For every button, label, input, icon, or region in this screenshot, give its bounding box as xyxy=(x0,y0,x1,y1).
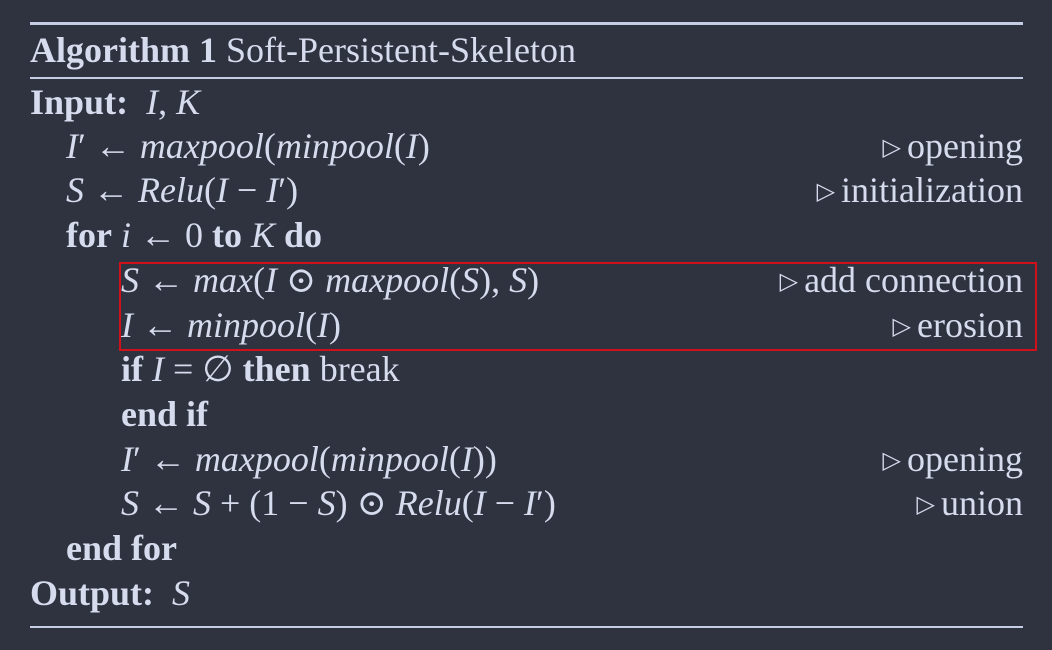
algorithm-line: end if xyxy=(30,392,1023,436)
algorithm-line: S ← Relu(I − I′) ▷ initialization xyxy=(30,168,1023,212)
line-code: Input: I, K xyxy=(30,82,201,122)
line-code: end if xyxy=(121,394,209,434)
header-rule xyxy=(30,77,1023,79)
algorithm-line-output: Output: S xyxy=(30,571,1023,615)
algorithm-line: S ← S + (1 − S) ⊙ Relu(I − I′) ▷ union xyxy=(30,481,1023,525)
algorithm-label: Algorithm 1 xyxy=(30,30,217,70)
algorithm-line: if I = ∅ then break xyxy=(30,347,1023,391)
line-code: I′ ← maxpool(minpool(I)) xyxy=(121,439,497,479)
algorithm-line: end for xyxy=(30,526,1023,570)
line-code: Output: S xyxy=(30,573,191,613)
algorithm-line: I′ ← maxpool(minpool(I) ▷ opening xyxy=(30,124,1023,168)
bottom-rule xyxy=(30,626,1023,628)
algorithm-line-input: Input: I, K xyxy=(30,80,1023,124)
comment-triangle-icon: ▷ xyxy=(916,492,935,518)
algorithm-title: Algorithm 1 Soft-Persistent-Skeleton xyxy=(30,28,576,72)
line-code: S ← Relu(I − I′) xyxy=(66,170,299,210)
comment-triangle-icon: ▷ xyxy=(882,135,902,161)
comment-triangle-icon: ▷ xyxy=(882,448,902,474)
line-code: for i ← 0 to K do xyxy=(66,215,323,255)
line-code: end for xyxy=(66,528,177,568)
top-rule xyxy=(30,22,1023,25)
line-comment: ▷ initialization xyxy=(816,170,1023,210)
line-code: S ← S + (1 − S) ⊙ Relu(I − I′) xyxy=(121,483,556,523)
line-comment: ▷ union xyxy=(916,483,1023,523)
algorithm-line: I′ ← maxpool(minpool(I)) ▷ opening xyxy=(30,437,1023,481)
algorithm-name: Soft-Persistent-Skeleton xyxy=(225,30,576,70)
line-comment: ▷ opening xyxy=(882,126,1023,166)
highlight-box xyxy=(119,262,1037,351)
line-comment: ▷ opening xyxy=(882,439,1023,479)
algorithm-line: for i ← 0 to K do xyxy=(30,213,1023,257)
line-code: if I = ∅ then break xyxy=(121,349,400,389)
comment-triangle-icon: ▷ xyxy=(816,179,836,205)
line-code: I′ ← maxpool(minpool(I) xyxy=(66,126,430,166)
